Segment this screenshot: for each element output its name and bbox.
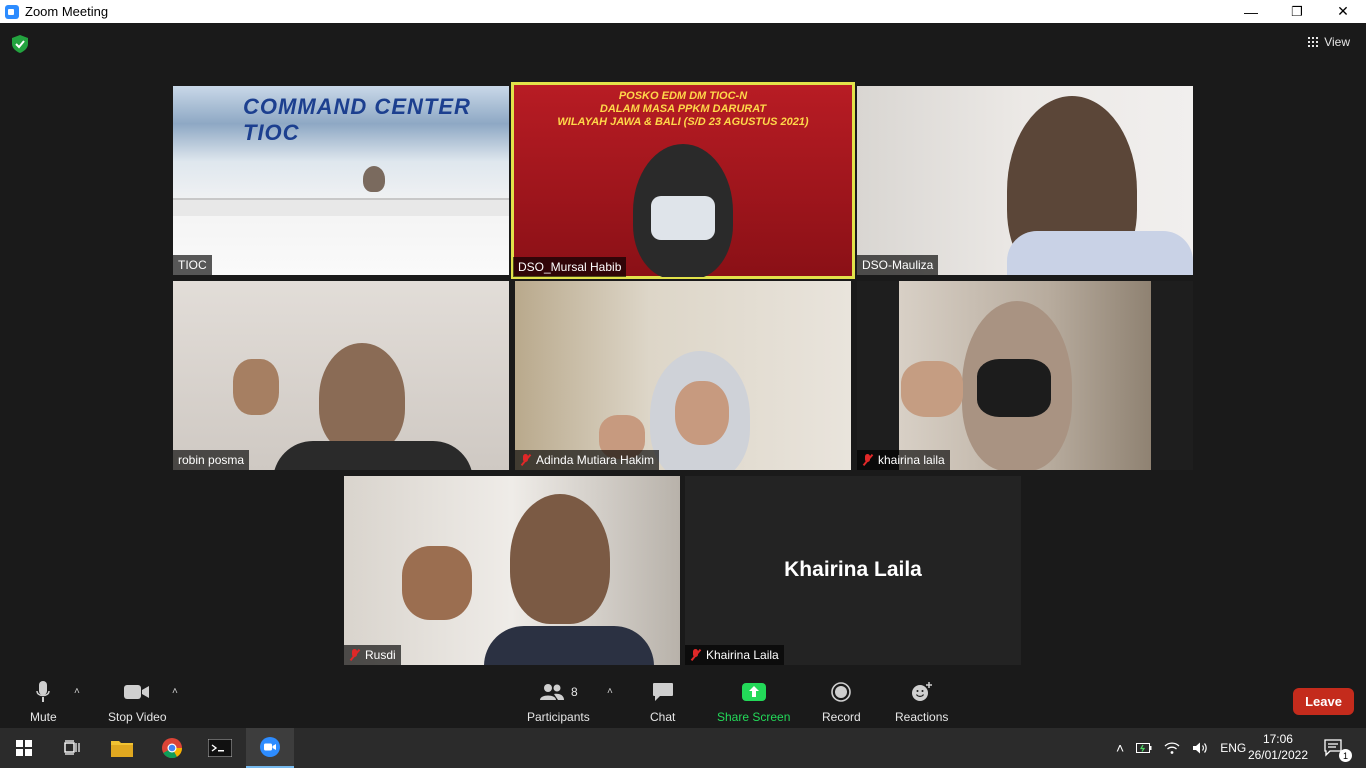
video-tile-khairina-laila-camera-off[interactable]: Khairina Laila Khairina Laila — [685, 476, 1021, 665]
chrome-taskbar-button[interactable] — [148, 728, 196, 768]
face-mask — [651, 196, 715, 240]
participant-video — [510, 494, 610, 624]
participant-name-label: Adinda Mutiara Hakim — [515, 450, 660, 470]
system-tray: ˄ ENG — [1116, 728, 1246, 768]
window-title: Zoom Meeting — [25, 4, 109, 19]
notification-count-badge: 1 — [1339, 749, 1352, 762]
raised-fist — [901, 361, 963, 417]
record-button[interactable]: Record — [822, 680, 861, 724]
action-center-button[interactable]: 1 — [1312, 728, 1356, 768]
muted-mic-icon — [862, 454, 873, 466]
participant-name-label: DSO_Mursal Habib — [513, 257, 627, 277]
zoom-taskbar-button[interactable] — [246, 728, 294, 768]
emoji-plus-icon — [911, 682, 932, 701]
file-explorer-taskbar-button[interactable] — [98, 728, 146, 768]
video-tile-rusdi[interactable]: Rusdi — [344, 476, 680, 665]
audio-options-chevron-icon[interactable]: ˄ — [74, 686, 80, 697]
windows-taskbar: ˄ ENG 17:06 26/01/2022 1 — [0, 728, 1366, 768]
participant-video — [363, 166, 385, 192]
video-tile-robin-posma[interactable]: robin posma — [173, 281, 509, 470]
reactions-label: Reactions — [895, 710, 949, 724]
muted-mic-icon — [520, 454, 531, 466]
stop-video-button[interactable]: Stop Video — [108, 680, 167, 724]
video-tile-mursal-habib[interactable]: POSKO EDM DM TIOC-N DALAM MASA PPKM DARU… — [511, 82, 855, 279]
mute-label: Mute — [30, 710, 57, 724]
grid-view-icon — [1308, 37, 1319, 47]
participant-name-label: khairina laila — [857, 450, 950, 470]
leave-meeting-button[interactable]: Leave — [1293, 688, 1354, 715]
face-mask — [977, 359, 1051, 417]
input-language[interactable]: ENG — [1220, 741, 1246, 755]
zoom-icon — [260, 737, 280, 757]
participants-icon — [540, 684, 564, 700]
participant-name-label: Rusdi — [344, 645, 401, 665]
participant-shirt — [273, 441, 473, 470]
view-label: View — [1324, 35, 1350, 49]
share-screen-icon — [741, 683, 766, 701]
video-tile-khairina-laila[interactable]: khairina laila — [857, 281, 1193, 470]
chrome-icon — [162, 738, 183, 759]
clock-date: 26/01/2022 — [1247, 748, 1308, 762]
zoom-app-icon — [5, 4, 19, 19]
start-button[interactable] — [0, 728, 48, 768]
folder-icon — [111, 741, 133, 757]
chat-button[interactable]: Chat — [650, 680, 675, 724]
terminal-taskbar-button[interactable] — [196, 728, 244, 768]
chat-bubble-icon — [652, 683, 673, 701]
terminal-icon — [208, 739, 232, 757]
video-camera-icon — [124, 685, 150, 699]
task-view-button[interactable] — [48, 728, 96, 768]
raised-fist — [233, 359, 279, 415]
participant-name-label: DSO-Mauliza — [857, 255, 939, 275]
video-tile-adinda-mutiara-hakim[interactable]: Adinda Mutiara Hakim — [515, 281, 851, 470]
meeting-gallery: View COMMAND CENTER TIOC TIOC POSKO EDM … — [0, 23, 1366, 675]
mute-button[interactable]: Mute — [30, 680, 57, 724]
muted-mic-icon — [690, 649, 701, 661]
participant-video — [319, 343, 405, 453]
window-title-bar: Zoom Meeting — ❐ ✕ — [0, 0, 1366, 23]
show-hidden-icons-chevron-icon[interactable]: ˄ — [1116, 740, 1124, 756]
meeting-table — [173, 198, 509, 216]
participant-name-label: robin posma — [173, 450, 250, 470]
task-view-icon — [64, 740, 80, 755]
share-screen-label: Share Screen — [717, 710, 791, 724]
battery-charging-icon[interactable] — [1136, 742, 1152, 754]
record-label: Record — [822, 710, 861, 724]
command-center-sign: COMMAND CENTER TIOC — [243, 94, 471, 145]
participant-shirt — [1007, 231, 1193, 275]
wifi-icon[interactable] — [1164, 741, 1180, 755]
encryption-shield-icon[interactable] — [12, 35, 28, 53]
taskbar-clock[interactable]: 17:06 26/01/2022 — [1248, 731, 1308, 763]
participants-button[interactable]: 8 Participants — [527, 680, 590, 724]
microphone-icon — [36, 681, 51, 702]
participant-face — [675, 381, 729, 445]
minimize-button[interactable]: — — [1228, 0, 1274, 23]
participants-count: 8 — [571, 685, 578, 699]
raised-fist — [402, 546, 472, 620]
clock-time: 17:06 — [1262, 732, 1293, 746]
windows-logo-icon — [16, 740, 32, 756]
video-tile-mauliza[interactable]: DSO-Mauliza — [857, 86, 1193, 275]
maximize-button[interactable]: ❐ — [1274, 0, 1320, 23]
chat-label: Chat — [650, 710, 676, 724]
record-icon — [831, 682, 852, 702]
share-screen-button[interactable]: Share Screen — [717, 680, 790, 724]
participants-label: Participants — [527, 710, 590, 724]
reactions-button[interactable]: Reactions — [895, 680, 948, 724]
virtual-background-banner: POSKO EDM DM TIOC-N DALAM MASA PPKM DARU… — [557, 90, 809, 128]
muted-mic-icon — [349, 649, 360, 661]
stop-video-label: Stop Video — [108, 710, 167, 724]
participants-options-chevron-icon[interactable]: ˄ — [607, 686, 613, 697]
participant-name-label: TIOC — [173, 255, 212, 275]
camera-off-name-display: Khairina Laila — [784, 558, 922, 581]
video-tile-tioc[interactable]: COMMAND CENTER TIOC TIOC — [173, 86, 509, 275]
participant-name-label: Khairina Laila — [685, 645, 784, 665]
participant-shirt — [484, 626, 654, 665]
speaker-volume-icon[interactable] — [1192, 741, 1208, 755]
video-options-chevron-icon[interactable]: ˄ — [172, 686, 178, 697]
view-button[interactable]: View — [1308, 35, 1350, 49]
meeting-controls-bar: Mute ˄ Stop Video ˄ 8 Participants ˄ Cha… — [0, 675, 1366, 728]
close-button[interactable]: ✕ — [1320, 0, 1366, 23]
